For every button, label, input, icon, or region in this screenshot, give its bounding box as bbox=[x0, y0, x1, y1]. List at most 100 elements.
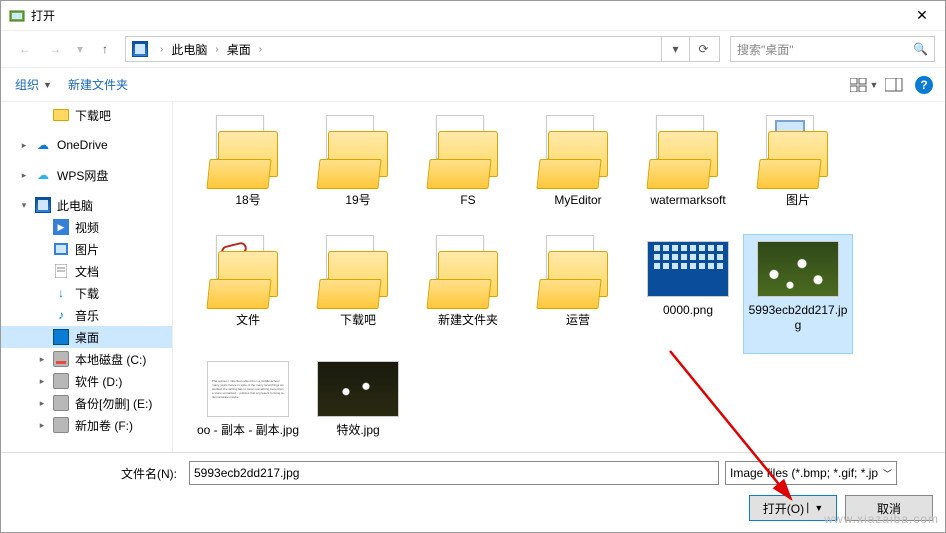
chevron-right-icon[interactable]: › bbox=[255, 44, 266, 55]
image-thumb bbox=[757, 241, 839, 297]
footer: 文件名(N): Image files (*.bmp; *.gif; *.jp … bbox=[1, 452, 945, 532]
desktop-icon bbox=[53, 329, 69, 345]
navbar: ← → ▾ ↑ › 此电脑 › 桌面 › ▾ ⟳ 搜索"桌面" 🔍 bbox=[1, 31, 945, 67]
file-item[interactable]: 19号 bbox=[303, 114, 413, 234]
up-button[interactable]: ↑ bbox=[91, 36, 119, 62]
file-item[interactable]: 18号 bbox=[193, 114, 303, 234]
search-input[interactable]: 搜索"桌面" 🔍 bbox=[730, 36, 935, 62]
tree-item-label: 图片 bbox=[75, 241, 99, 258]
back-button[interactable]: ← bbox=[11, 36, 39, 62]
wps-cloud-icon: ☁ bbox=[35, 167, 51, 183]
tree-item-label: 下载 bbox=[75, 285, 99, 302]
file-item[interactable]: 下载吧 bbox=[303, 234, 413, 354]
folder-icon bbox=[210, 241, 286, 307]
tree-item-label: 桌面 bbox=[75, 329, 99, 346]
chevron-down-icon: ▼ bbox=[43, 80, 52, 90]
forward-button[interactable]: → bbox=[41, 36, 69, 62]
tree-item[interactable]: 文档 bbox=[1, 260, 172, 282]
chevron-down-icon: ▼ bbox=[870, 80, 879, 90]
file-item-label: 文件 bbox=[236, 313, 260, 328]
tree-item[interactable]: ▸新加卷 (F:) bbox=[1, 414, 172, 436]
breadcrumb-desktop[interactable]: 桌面 bbox=[223, 37, 255, 61]
disk-icon bbox=[53, 351, 69, 367]
help-button[interactable]: ? bbox=[915, 76, 933, 94]
tree-item[interactable]: ♪ 音乐 bbox=[1, 304, 172, 326]
file-item[interactable]: 新建文件夹 bbox=[413, 234, 523, 354]
disk-icon bbox=[53, 417, 69, 433]
file-item-label: watermarksoft bbox=[650, 193, 725, 208]
refresh-button[interactable]: ⟳ bbox=[689, 36, 717, 62]
caret-icon: ▸ bbox=[37, 398, 47, 409]
file-item-label: 新建文件夹 bbox=[438, 313, 498, 328]
file-type-filter[interactable]: Image files (*.bmp; *.gif; *.jp ﹀ bbox=[725, 461, 897, 485]
file-item-label: MyEditor bbox=[554, 193, 601, 208]
file-list[interactable]: 18号 19号 FS MyEditor watermarksoft 图片文件 下载吧新建文件… bbox=[173, 102, 945, 452]
preview-pane-button[interactable] bbox=[879, 72, 909, 98]
tree-item-label: 备份[勿删] (E:) bbox=[75, 395, 152, 412]
videos-icon: ▶ bbox=[53, 219, 69, 235]
file-item[interactable]: 文件 bbox=[193, 234, 303, 354]
tree-item[interactable]: ▸本地磁盘 (C:) bbox=[1, 348, 172, 370]
toolbar: 组织▼ 新建文件夹 ▼ ? bbox=[1, 67, 945, 101]
window-title: 打开 bbox=[31, 7, 55, 24]
body: 下载吧▸☁OneDrive▸☁WPS网盘▾此电脑▶视频图片文档↓下载♪音乐桌面▸… bbox=[1, 101, 945, 452]
recent-locations-button[interactable]: ▾ bbox=[71, 36, 89, 62]
file-item[interactable]: The options I inherited reflect from a m… bbox=[193, 354, 303, 452]
view-mode-button[interactable]: ▼ bbox=[849, 72, 879, 98]
breadcrumb-this-pc[interactable]: 此电脑 bbox=[167, 37, 211, 61]
file-item-label: 0000.png bbox=[663, 303, 713, 318]
tree-item-label: 音乐 bbox=[75, 307, 99, 324]
caret-icon: ▸ bbox=[19, 170, 29, 181]
folder-icon bbox=[430, 121, 506, 187]
tree-item[interactable]: 下载吧 bbox=[1, 104, 172, 126]
caret-icon: ▸ bbox=[37, 420, 47, 431]
file-item[interactable]: 特效.jpg bbox=[303, 354, 413, 452]
tree-item[interactable]: ▾此电脑 bbox=[1, 194, 172, 216]
file-item-label: 图片 bbox=[786, 193, 810, 208]
path-dropdown-button[interactable]: ▾ bbox=[661, 36, 689, 62]
file-item-label: 19号 bbox=[345, 193, 370, 208]
caret-icon: ▸ bbox=[19, 140, 29, 151]
nav-tree[interactable]: 下载吧▸☁OneDrive▸☁WPS网盘▾此电脑▶视频图片文档↓下载♪音乐桌面▸… bbox=[1, 102, 173, 452]
folder-icon bbox=[540, 241, 616, 307]
file-item[interactable]: watermarksoft bbox=[633, 114, 743, 234]
new-folder-button[interactable]: 新建文件夹 bbox=[60, 72, 136, 97]
tree-item[interactable]: ▸☁WPS网盘 bbox=[1, 164, 172, 186]
tree-item[interactable]: ↓下载 bbox=[1, 282, 172, 304]
folder-icon bbox=[540, 121, 616, 187]
tree-item-label: 此电脑 bbox=[57, 197, 93, 214]
file-item[interactable]: 图片 bbox=[743, 114, 853, 234]
filename-label: 文件名(N): bbox=[13, 465, 183, 482]
chevron-right-icon[interactable]: › bbox=[156, 44, 167, 55]
tree-item[interactable]: ▸ 备份[勿删] (E:) bbox=[1, 392, 172, 414]
breadcrumb[interactable]: › 此电脑 › 桌面 › ▾ ⟳ bbox=[125, 36, 720, 62]
caret-icon: ▸ bbox=[37, 376, 47, 387]
file-item-label: FS bbox=[460, 193, 475, 208]
watermark: www.xiazaiba.com bbox=[824, 512, 939, 526]
split-chevron-icon: ▏▼ bbox=[807, 503, 823, 514]
music-icon: ♪ bbox=[53, 307, 69, 323]
file-item[interactable]: 5993ecb2dd217.jpg bbox=[743, 234, 853, 354]
tree-item[interactable]: ▸软件 (D:) bbox=[1, 370, 172, 392]
file-item[interactable]: 0000.png bbox=[633, 234, 743, 354]
close-button[interactable]: ✕ bbox=[899, 1, 945, 31]
organize-menu[interactable]: 组织▼ bbox=[7, 72, 60, 97]
tree-item[interactable]: 桌面 bbox=[1, 326, 172, 348]
tree-item[interactable]: ▸☁OneDrive bbox=[1, 134, 172, 156]
filename-input[interactable] bbox=[189, 461, 719, 485]
tree-item-label: 视频 bbox=[75, 219, 99, 236]
folder-icon bbox=[650, 121, 726, 187]
image-thumb: The options I inherited reflect from a m… bbox=[207, 361, 289, 417]
folder-icon bbox=[210, 121, 286, 187]
app-icon bbox=[9, 8, 25, 24]
file-item[interactable]: 运营 bbox=[523, 234, 633, 354]
pictures-icon bbox=[53, 241, 69, 257]
chevron-right-icon[interactable]: › bbox=[211, 44, 222, 55]
file-item[interactable]: FS bbox=[413, 114, 523, 234]
caret-icon: ▸ bbox=[37, 354, 47, 365]
tree-item[interactable]: ▶ 视频 bbox=[1, 216, 172, 238]
file-item[interactable]: MyEditor bbox=[523, 114, 633, 234]
disk-icon bbox=[53, 373, 69, 389]
breadcrumb-root[interactable] bbox=[128, 37, 156, 61]
tree-item[interactable]: 图片 bbox=[1, 238, 172, 260]
